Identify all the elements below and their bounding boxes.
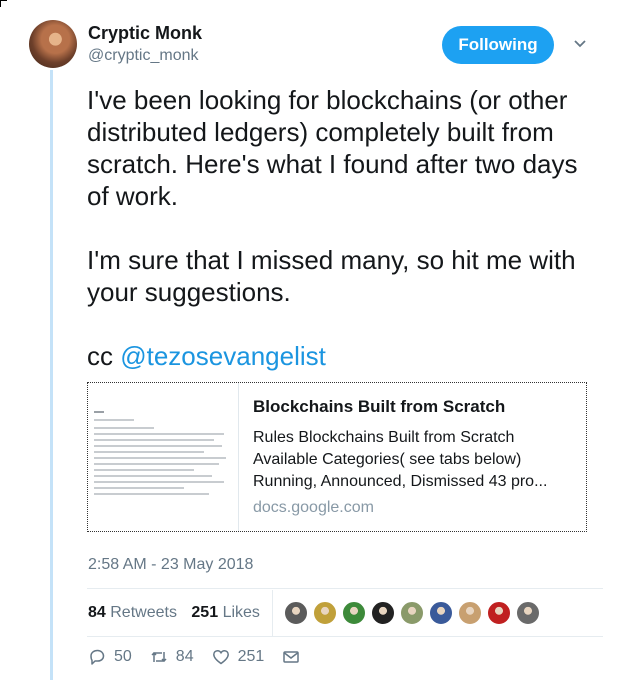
retweet-stat[interactable]: 84 Retweets xyxy=(88,604,177,621)
handle[interactable]: @cryptic_monk xyxy=(88,47,199,65)
following-button[interactable]: Following xyxy=(442,26,554,64)
mention-link[interactable]: @tezosevangelist xyxy=(120,341,326,371)
card-title: Blockchains Built from Scratch xyxy=(253,397,506,416)
tweet-stats: 84 Retweets 251 Likes xyxy=(88,604,260,622)
liker-avatar[interactable] xyxy=(429,601,453,625)
retweets-count: 84 xyxy=(88,604,106,621)
link-card[interactable]: Blockchains Built from Scratch Rules Blo… xyxy=(87,382,587,532)
heart-icon xyxy=(212,649,229,665)
liker-avatar[interactable] xyxy=(284,601,308,625)
card-domain: docs.google.com xyxy=(253,499,374,516)
retweet-action[interactable]: 84 xyxy=(150,648,194,666)
display-name[interactable]: Cryptic Monk xyxy=(88,23,202,44)
liker-avatar[interactable] xyxy=(516,601,540,625)
stats-separator xyxy=(272,590,273,636)
like-count: 251 xyxy=(237,648,265,665)
liker-avatar[interactable] xyxy=(487,601,511,625)
likers-list xyxy=(284,601,545,625)
tweet-cc-line: cc @tezosevangelist xyxy=(87,340,587,372)
retweets-label: Retweets xyxy=(110,604,177,621)
card-thumbnail xyxy=(88,383,239,531)
tweet-text: I've been looking for blockchains (or ot… xyxy=(87,84,587,372)
cc-prefix: cc xyxy=(87,341,113,371)
liker-avatar[interactable] xyxy=(313,601,337,625)
thread-line xyxy=(50,70,53,680)
timestamp[interactable]: 2:58 AM - 23 May 2018 xyxy=(88,556,253,574)
avatar[interactable] xyxy=(29,20,77,68)
liker-avatar[interactable] xyxy=(400,601,424,625)
retweet-count: 84 xyxy=(175,648,194,665)
likes-label: Likes xyxy=(222,604,260,621)
action-bar: 50 84 251 xyxy=(88,648,326,666)
retweet-icon xyxy=(151,651,167,663)
liker-avatar[interactable] xyxy=(458,601,482,625)
liker-avatar[interactable] xyxy=(371,601,395,625)
reply-count: 50 xyxy=(114,648,132,665)
like-stat[interactable]: 251 Likes xyxy=(191,604,260,621)
divider xyxy=(87,588,603,589)
reply-icon xyxy=(90,649,105,665)
chevron-down-icon[interactable] xyxy=(572,36,588,52)
mail-icon xyxy=(283,651,300,663)
divider xyxy=(87,636,603,637)
tweet-paragraph: I've been looking for blockchains (or ot… xyxy=(87,85,578,211)
like-action[interactable]: 251 xyxy=(212,648,265,666)
reply-action[interactable]: 50 xyxy=(88,648,132,666)
corner-mark xyxy=(0,0,7,7)
likes-count: 251 xyxy=(191,604,219,621)
tweet-paragraph: I'm sure that I missed many, so hit me w… xyxy=(87,245,576,307)
card-description: Rules Blockchains Built from Scratch Ava… xyxy=(253,429,548,490)
message-action[interactable] xyxy=(282,648,308,666)
liker-avatar[interactable] xyxy=(342,601,366,625)
